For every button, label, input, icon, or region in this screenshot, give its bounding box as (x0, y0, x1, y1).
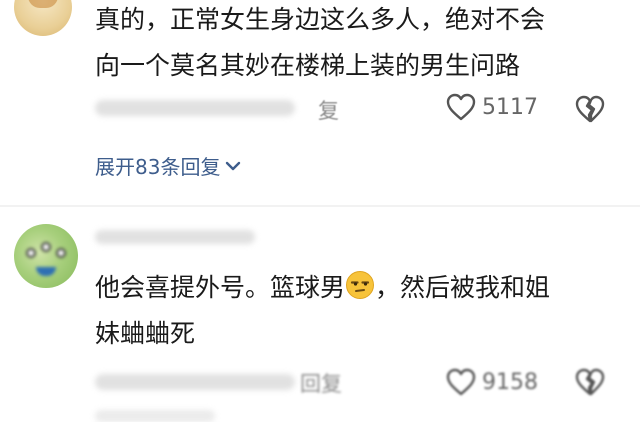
comment-divider (0, 205, 640, 207)
commenter-avatar[interactable] (14, 0, 72, 36)
comment-text-part: ，然后被我和姐 (375, 273, 551, 302)
blurred-meta (95, 374, 295, 390)
comment-text-line: 真的，正常女生身边这么多人，绝对不会 (95, 5, 546, 34)
reply-button[interactable]: 回复 (300, 368, 342, 398)
comment-text-line: 他会喜提外号。篮球男 ，然后被我和姐 (95, 268, 550, 312)
like-count: 5117 (482, 94, 538, 120)
heart-outline-icon (446, 93, 476, 121)
unamused-face-emoji (345, 270, 375, 312)
broken-heart-icon[interactable] (575, 95, 605, 123)
chevron-down-icon (224, 159, 242, 173)
like-button[interactable]: 5117 (446, 93, 538, 121)
expand-replies-link[interactable]: 展开83条回复 (95, 151, 242, 180)
heart-outline-icon (446, 368, 476, 396)
blurred-username (95, 230, 255, 244)
blurred-meta (95, 100, 295, 116)
comment-text-part: 他会喜提外号。篮球男 (95, 273, 346, 302)
reply-button[interactable]: 复 (318, 95, 339, 125)
like-button[interactable]: 9158 (446, 368, 538, 396)
broken-heart-icon[interactable] (575, 368, 605, 396)
blurred-meta (95, 410, 215, 422)
expand-replies-label: 展开83条回复 (95, 155, 221, 179)
comment-text-line: 向一个莫名其妙在楼梯上装的男生问路 (95, 51, 521, 80)
like-count: 9158 (482, 369, 538, 395)
commenter-avatar[interactable] (14, 224, 78, 288)
comment-text-line: 妹蛐蛐死 (95, 319, 196, 348)
